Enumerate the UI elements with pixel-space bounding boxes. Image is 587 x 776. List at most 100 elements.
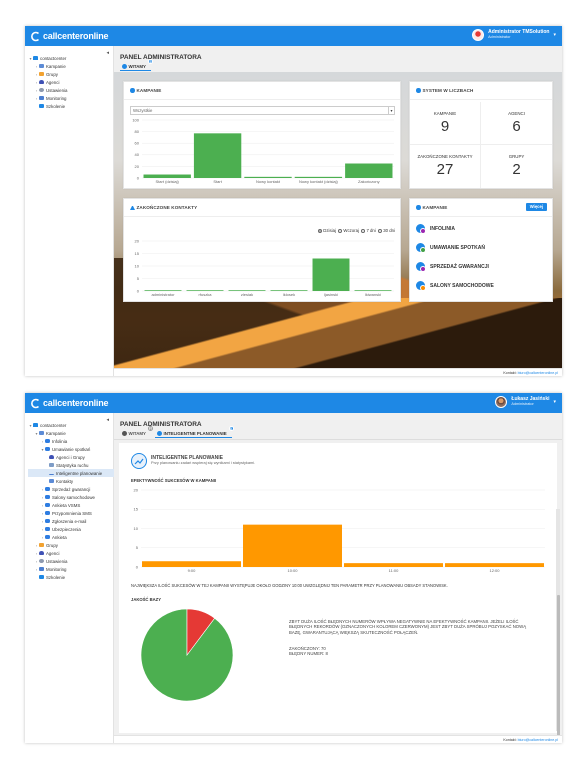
sidebar-item[interactable]: Szkolenie: [28, 573, 114, 581]
scrollbar[interactable]: [556, 509, 560, 743]
chevron-down-icon[interactable]: ▾: [553, 399, 556, 405]
section-title-efficiency: EFEKTYWNOŚĆ SUKCESÓW W KAMPANII: [131, 478, 217, 483]
tab-badge: 0: [147, 426, 153, 431]
agent-icon: [39, 550, 44, 556]
sidebar-item[interactable]: Kontakty: [28, 477, 114, 485]
sidebar-item[interactable]: › Zgłoszenia e-mail: [28, 517, 114, 525]
sidebar-item-label: Ankieta: [52, 534, 67, 540]
sidebar-item[interactable]: › Salony samochodowe: [28, 493, 114, 501]
sidebar-item[interactable]: › Agenci: [28, 549, 114, 557]
card-title: KAMPANIE: [136, 88, 162, 93]
y-tick-label: 0: [137, 175, 140, 180]
chevron-down-icon[interactable]: ▾: [553, 32, 556, 38]
stat-value: 9: [440, 118, 450, 135]
sidebar-item-grupy[interactable]: › Grupy: [28, 70, 114, 78]
logo[interactable]: callcenteronline: [30, 30, 109, 42]
tab-witamy[interactable]: WITAMY 0: [120, 59, 153, 71]
sidebar-item[interactable]: Agenci i Grupy: [28, 453, 114, 461]
sidebar-item[interactable]: › Ustawienia: [28, 557, 114, 565]
quality-pie-chart: [140, 608, 234, 702]
sidebar-item[interactable]: › Przypomnienia SMS: [28, 509, 114, 517]
radio-dot[interactable]: [338, 228, 343, 233]
top-bar: callcenteronline Administrator TMSolutio…: [25, 26, 562, 46]
sidebar-item-monitoring[interactable]: › Monitoring: [28, 94, 114, 102]
campaign-item-infolinia[interactable]: INFOLINIA: [416, 223, 455, 234]
phone-icon: [416, 262, 426, 272]
tree-root[interactable]: ▾ contactcenter: [28, 421, 114, 429]
y-tick-label: 10: [134, 526, 139, 531]
campaign-item-umawianie[interactable]: UMAWIANIE SPOTKAŃ: [416, 242, 485, 253]
sidebar: ◂ ▾ contactcenter › Kampanie › Grupy › A…: [25, 46, 114, 376]
bar: [228, 290, 266, 291]
stat-groups: GRUPY 2: [481, 145, 552, 188]
sidebar-item-agenci[interactable]: › Agenci: [28, 78, 114, 86]
brand-name: callcenteronline: [43, 31, 109, 41]
divider: [124, 99, 400, 100]
tree-root[interactable]: ▾ contactcenter: [28, 54, 114, 62]
more-button[interactable]: Więcej: [525, 203, 547, 211]
x-tick-label: Nowy kontakt: [256, 179, 281, 184]
campaign-icon: [45, 534, 50, 540]
sidebar-item-label: Monitoring: [46, 95, 67, 101]
user-menu[interactable]: Łukasz Jasiński Administrator ▾: [495, 396, 556, 408]
divider: [410, 216, 552, 217]
logo[interactable]: callcenteronline: [30, 397, 109, 409]
tab-witamy[interactable]: WITAMY 0: [120, 426, 153, 438]
radio-30-days[interactable]: 30 dni: [378, 228, 395, 233]
sidebar-item-kampanie[interactable]: ▾ Kampanie: [28, 429, 114, 437]
campaign-item-sprzedaz[interactable]: SPRZEDAŻ GWARANCJI: [416, 261, 489, 272]
campaign-select[interactable]: Wszystkie ▾: [130, 106, 395, 115]
sidebar-item[interactable]: › Infolinia: [28, 437, 114, 445]
sidebar-item-kampanie[interactable]: › Kampanie: [28, 62, 114, 70]
scrollbar-thumb[interactable]: [556, 595, 560, 743]
radio-dot[interactable]: [361, 228, 366, 233]
sidebar-item[interactable]: Statystyka ruchu: [28, 461, 114, 469]
x-tick-label: Nowy kontakt (dzisiaj): [299, 179, 339, 184]
chart-line-icon: [156, 430, 162, 436]
contact-email-link[interactable]: biuro@callcenteronline.pl: [518, 371, 558, 375]
radio-dot[interactable]: [318, 228, 323, 233]
page-title: PANEL ADMINISTRATORA: [120, 421, 202, 428]
stat-campaigns: KAMPANIE 9: [410, 102, 481, 145]
sidebar-item[interactable]: Inteligentne planowanie: [28, 469, 114, 477]
bar: [345, 163, 393, 178]
card-header: ZAKOŃCZONE KONTAKTY: [130, 205, 197, 210]
sidebar-item[interactable]: › Grupy: [28, 541, 114, 549]
radio-yesterday[interactable]: Wczoraj: [338, 228, 359, 233]
sidebar-item-ustawienia[interactable]: › Ustawienia: [28, 86, 114, 94]
stat-label: KAMPANIE: [433, 111, 457, 116]
radio-today[interactable]: Dzisiaj: [318, 228, 336, 233]
sidebar-item[interactable]: › Ankieta VSMS: [28, 501, 114, 509]
x-tick-label: Start (dzisiaj): [156, 179, 180, 184]
campaign-name: INFOLINIA: [430, 225, 455, 232]
x-tick-label: ljasinski: [324, 292, 338, 297]
stat-value: 27: [436, 161, 454, 178]
user-role: Administrator: [488, 35, 511, 39]
sidebar-item-szkolenie[interactable]: Szkolenie: [28, 102, 114, 110]
radio-dot[interactable]: [378, 228, 383, 233]
bar: [294, 176, 343, 178]
stat-label: AGENCI: [508, 111, 525, 116]
phone-icon: [416, 224, 426, 234]
user-menu[interactable]: Administrator TMSolution Administrator ▾: [472, 29, 556, 41]
sidebar-item[interactable]: › Monitoring: [28, 565, 114, 573]
phone-icon: [416, 243, 426, 253]
sidebar-item[interactable]: › Sprzedaż gwarancji: [28, 485, 114, 493]
agents-icon: [49, 454, 54, 460]
tab-label: WITAMY: [128, 63, 146, 69]
campaign-item-salony[interactable]: SALONY SAMOCHODOWE: [416, 280, 494, 291]
campaign-icon: [45, 510, 50, 516]
stat-label: ZAKOŃCZONE KONTAKTY: [417, 154, 473, 159]
stat-agents: AGENCI 6: [481, 102, 552, 145]
quality-note: ZBYT DUŻA ILOŚĆ BŁĘDNYCH NUMERÓW WPŁYWA …: [289, 619, 527, 635]
chevron-down-icon[interactable]: ▾: [388, 107, 394, 114]
sidebar-item[interactable]: › Ubezpieczenia: [28, 525, 114, 533]
sidebar-item[interactable]: › Ankieta: [28, 533, 114, 541]
contact-email-link[interactable]: biuro@callcenteronline.pl: [518, 738, 558, 742]
background-image: KAMPANIE Wszystkie ▾ 0 20 40 60 80 100 Start (…: [114, 72, 562, 368]
sidebar-item[interactable]: ▾ Umawianie spotkań: [28, 445, 114, 453]
contact-info: Kontakt: biuro@callcenteronline.pl: [503, 738, 558, 742]
gear-icon: [39, 87, 44, 93]
radio-7-days[interactable]: 7 dni: [361, 228, 376, 233]
tab-inteligentne-planowanie[interactable]: INTELIGENTNE PLANOWANIE 0: [154, 426, 234, 438]
